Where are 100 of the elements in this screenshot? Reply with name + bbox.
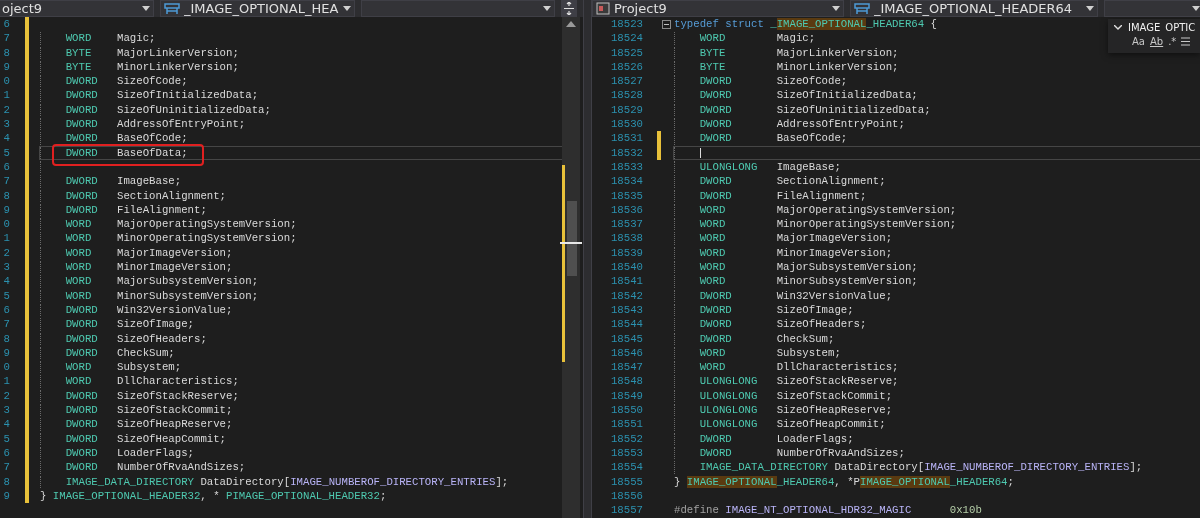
line-number: 18539 [609, 245, 643, 261]
scroll-thumb[interactable] [567, 201, 577, 276]
line-number: 18543 [609, 302, 643, 318]
line-number: 6 [2, 302, 10, 318]
code-line: DWORD SizeOfStackCommit; [65, 403, 233, 418]
code-line: BYTE MinorLinkerVersion; [65, 59, 239, 75]
line-number: 18546 [609, 345, 643, 361]
code-line: IMAGE_DATA_DIRECTORY DataDirectory[IMAGE_NUMBEROF_DIRECTORY_ENTRIES]; [65, 474, 509, 489]
line-number: 8 [2, 188, 10, 203]
code-line: WORD MinorOperatingSystemVersion; [699, 217, 957, 232]
line-number: 18532 [609, 145, 643, 160]
line-number: 18530 [609, 117, 643, 132]
code-line: typedef struct _IMAGE_OPTIONAL_HEADER64 { [674, 17, 937, 32]
line-number: 18545 [609, 331, 643, 346]
find-option-button[interactable]: Aa [1132, 36, 1145, 47]
code-line: DWORD SizeOfInitializedData; [699, 88, 918, 103]
code-line: DWORD SizeOfStackReserve; [65, 388, 239, 403]
line-number: 18537 [609, 217, 643, 232]
code-line: DWORD FileAlignment; [65, 202, 207, 218]
line-number: 18538 [609, 231, 643, 246]
code-line: WORD DllCharacteristics; [65, 374, 239, 389]
line-number: 18540 [609, 260, 643, 275]
code-line: DWORD ImageBase; [65, 174, 182, 189]
code-line: DWORD NumberOfRvaAndSizes; [65, 460, 246, 475]
code-line: DWORD CheckSum; [65, 345, 175, 361]
line-number: 1 [2, 374, 10, 389]
code-line: DWORD SizeOfHeapCommit; [65, 431, 227, 446]
code-line: ULONGLONG ImageBase; [699, 159, 841, 175]
line-number: 9 [2, 345, 10, 361]
code-line: WORD Magic; [699, 31, 816, 46]
code-line: DWORD BaseOfCode; [699, 131, 848, 146]
line-number: 18550 [609, 403, 643, 418]
code-line: DWORD BaseOfCode; [65, 131, 188, 146]
line-number: 0 [2, 217, 10, 232]
line-number: 18527 [609, 74, 643, 89]
dropdown[interactable]: _IMAGE_OPTIONAL_HEADER64 [850, 0, 1098, 17]
code-line: WORD MajorOperatingSystemVersion; [65, 217, 297, 232]
code-line: DWORD LoaderFlags; [65, 445, 194, 461]
line-number: 2 [2, 388, 10, 403]
line-number: 4 [2, 274, 10, 289]
dropdown[interactable]: _IMAGE_OPTIONAL_HEA [160, 0, 355, 17]
code-line: DWORD LoaderFlags; [699, 431, 854, 446]
code-line: WORD MajorSubsystemVersion; [699, 260, 918, 275]
line-number: 18548 [609, 374, 643, 389]
chevron-down-icon [1192, 6, 1200, 11]
scroll-up-icon[interactable] [566, 21, 576, 27]
line-number: 0 [2, 360, 10, 375]
code-line: ULONGLONG SizeOfStackReserve; [699, 374, 899, 389]
code-line: } IMAGE_OPTIONAL_HEADER32, * PIMAGE_OPTIONAL_HEADER32; [40, 488, 387, 504]
split-button[interactable] [561, 0, 577, 17]
code-line: WORD Subsystem; [65, 360, 182, 375]
line-number: 18544 [609, 317, 643, 332]
line-number: 18528 [609, 88, 643, 103]
code-line: BYTE MajorLinkerVersion; [65, 45, 239, 60]
code-line: DWORD SizeOfCode; [699, 74, 848, 89]
line-number: 6 [2, 17, 10, 32]
chevron-down-icon [343, 6, 351, 11]
code-line: DWORD BaseOfData; [65, 145, 188, 160]
code-line: DWORD SizeOfImage; [65, 317, 194, 332]
collapse-icon[interactable] [662, 19, 671, 29]
line-number: 6 [2, 445, 10, 461]
code-line: WORD MinorOperatingSystemVersion; [65, 231, 297, 246]
struct-icon [164, 2, 180, 15]
chevron-down-icon[interactable] [1114, 25, 1122, 30]
code-line: DWORD AddressOfEntryPoint; [65, 117, 246, 132]
code-line: IMAGE_DATA_DIRECTORY DataDirectory[IMAGE_NUMBEROF_DIRECTORY_ENTRIES]; [699, 460, 1143, 475]
dropdown[interactable]: oject9 [0, 0, 154, 17]
line-number: 18523 [609, 17, 643, 32]
line-number: 8 [2, 331, 10, 346]
find-option-button[interactable]: .* [1168, 36, 1177, 47]
line-number: 18547 [609, 360, 643, 375]
code-line: DWORD SectionAlignment; [65, 188, 227, 203]
line-number: 18552 [609, 431, 643, 446]
line-number: 18533 [609, 159, 643, 175]
line-number: 5 [2, 145, 10, 160]
chevron-down-icon [1086, 6, 1094, 11]
line-number: 9 [2, 202, 10, 218]
code-line: WORD Subsystem; [699, 345, 841, 361]
line-number: 5 [2, 431, 10, 446]
line-number: 3 [2, 117, 10, 132]
find-field[interactable]: IMAGE_OPTIC [1128, 22, 1200, 33]
list-icon[interactable] [1181, 37, 1191, 46]
line-number: 3 [2, 260, 10, 275]
dropdown[interactable]: Project9 [592, 0, 844, 17]
code-line: WORD MajorImageVersion; [699, 231, 893, 246]
line-number: 18549 [609, 388, 643, 403]
find-option-button[interactable]: Ab [1149, 36, 1164, 47]
scrollbar[interactable] [562, 17, 580, 518]
code-line: WORD MajorOperatingSystemVersion; [699, 202, 957, 218]
line-number: 18529 [609, 102, 643, 118]
line-number: 1 [2, 88, 10, 103]
code-line: BYTE MajorLinkerVersion; [699, 45, 899, 60]
code-line: WORD MajorImageVersion; [65, 245, 233, 261]
code-line: WORD MinorSubsystemVersion; [65, 288, 259, 303]
struct-icon [854, 2, 870, 15]
line-number: 8 [2, 474, 10, 489]
code-line: DWORD SectionAlignment; [699, 174, 886, 189]
code-line: DWORD SizeOfUninitializedData; [65, 102, 271, 118]
code-line: DWORD NumberOfRvaAndSizes; [699, 445, 905, 461]
code-line: DWORD SizeOfCode; [65, 74, 188, 89]
